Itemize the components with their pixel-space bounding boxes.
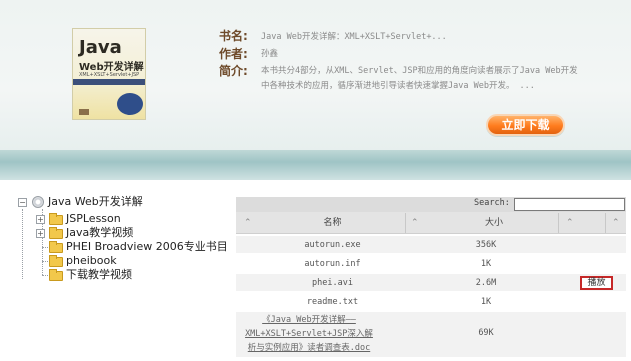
file-size: 1K <box>480 297 492 307</box>
file-name[interactable]: autorun.inf <box>260 259 405 269</box>
table-row[interactable]: phei.avi 2.6M <box>236 274 626 292</box>
publisher-logo <box>79 109 89 115</box>
cover-strip <box>73 79 145 85</box>
tree-guide-line <box>22 209 23 279</box>
search-input[interactable] <box>514 198 625 211</box>
play-button[interactable]: 播放 <box>580 276 613 290</box>
cover-tagline: XML+XSLT+Servlet+JSP <box>79 72 140 78</box>
folder-icon <box>49 255 63 267</box>
download-button[interactable]: 立即下载 <box>486 114 565 136</box>
file-size: 2.6M <box>475 278 497 288</box>
sort-icon[interactable]: ⌃ <box>244 212 252 234</box>
cover-title: Java <box>79 37 122 58</box>
cover-subtitle: Web开发详解 <box>79 62 144 73</box>
file-size: 356K <box>475 240 497 250</box>
folder-icon <box>49 241 63 253</box>
column-divider <box>405 213 406 233</box>
file-name[interactable]: phei.avi <box>260 278 405 288</box>
folder-icon <box>49 213 63 225</box>
collapse-toggle-icon[interactable]: − <box>18 198 27 207</box>
tree-item-phei-broadview[interactable]: PHEI Broadview 2006专业书目 <box>66 240 228 254</box>
tree-guide-line <box>42 247 48 248</box>
column-header-name[interactable]: 名称 <box>260 212 405 234</box>
tree-item-java-video[interactable]: Java教学视频 <box>66 226 133 240</box>
sort-icon[interactable]: ⌃ <box>566 212 574 234</box>
tree-guide-line <box>42 275 48 276</box>
sort-icon[interactable]: ⌃ <box>612 212 620 234</box>
folder-icon <box>49 227 63 239</box>
folder-icon <box>49 269 63 281</box>
title-label: 书名: <box>219 29 248 43</box>
table-row[interactable]: autorun.inf 1K <box>236 255 626 273</box>
tree-root[interactable]: Java Web开发详解 <box>48 195 143 209</box>
file-name[interactable]: readme.txt <box>260 297 405 307</box>
column-divider <box>605 213 606 233</box>
column-divider <box>558 213 559 233</box>
tree-guide-line <box>42 261 48 262</box>
title-value: Java Web开发详解：XML+XSLT+Servlet+... <box>261 32 447 42</box>
tree-item-pheibook[interactable]: pheibook <box>66 254 117 268</box>
summary-text: 本书共分4部分，从XML、Servlet、JSP和应用的角度向读者展示了Java… <box>261 66 578 91</box>
expand-toggle-icon[interactable]: + <box>36 229 45 238</box>
tree-root-label: Java Web开发详解 <box>48 195 143 208</box>
table-row[interactable]: autorun.exe 356K <box>236 236 626 254</box>
search-label: Search: <box>474 198 510 208</box>
column-header-size[interactable]: 大小 <box>430 212 558 234</box>
author-value: 孙鑫 <box>261 49 279 59</box>
cd-disc-icon <box>32 196 44 208</box>
divider-band <box>0 150 631 180</box>
file-size: 1K <box>480 259 492 269</box>
sort-icon[interactable]: ⌃ <box>411 212 419 234</box>
summary-label: 简介: <box>219 64 248 78</box>
tree-item-download-video[interactable]: 下载教学视频 <box>66 268 132 282</box>
tree-item-jsplesson[interactable]: JSPLesson <box>66 212 121 226</box>
book-cover-image: Java Web开发详解 XML+XSLT+Servlet+JSP <box>72 28 146 120</box>
file-size: 69K <box>478 328 494 338</box>
expand-toggle-icon[interactable]: + <box>36 215 45 224</box>
file-name-link[interactable]: 《Java Web开发详解——XML+XSLT+Servlet+JSP深入解析与… <box>244 313 374 355</box>
author-label: 作者: <box>219 47 248 61</box>
cover-badge <box>117 93 143 115</box>
file-name[interactable]: autorun.exe <box>260 240 405 250</box>
table-row[interactable]: readme.txt 1K <box>236 293 626 311</box>
